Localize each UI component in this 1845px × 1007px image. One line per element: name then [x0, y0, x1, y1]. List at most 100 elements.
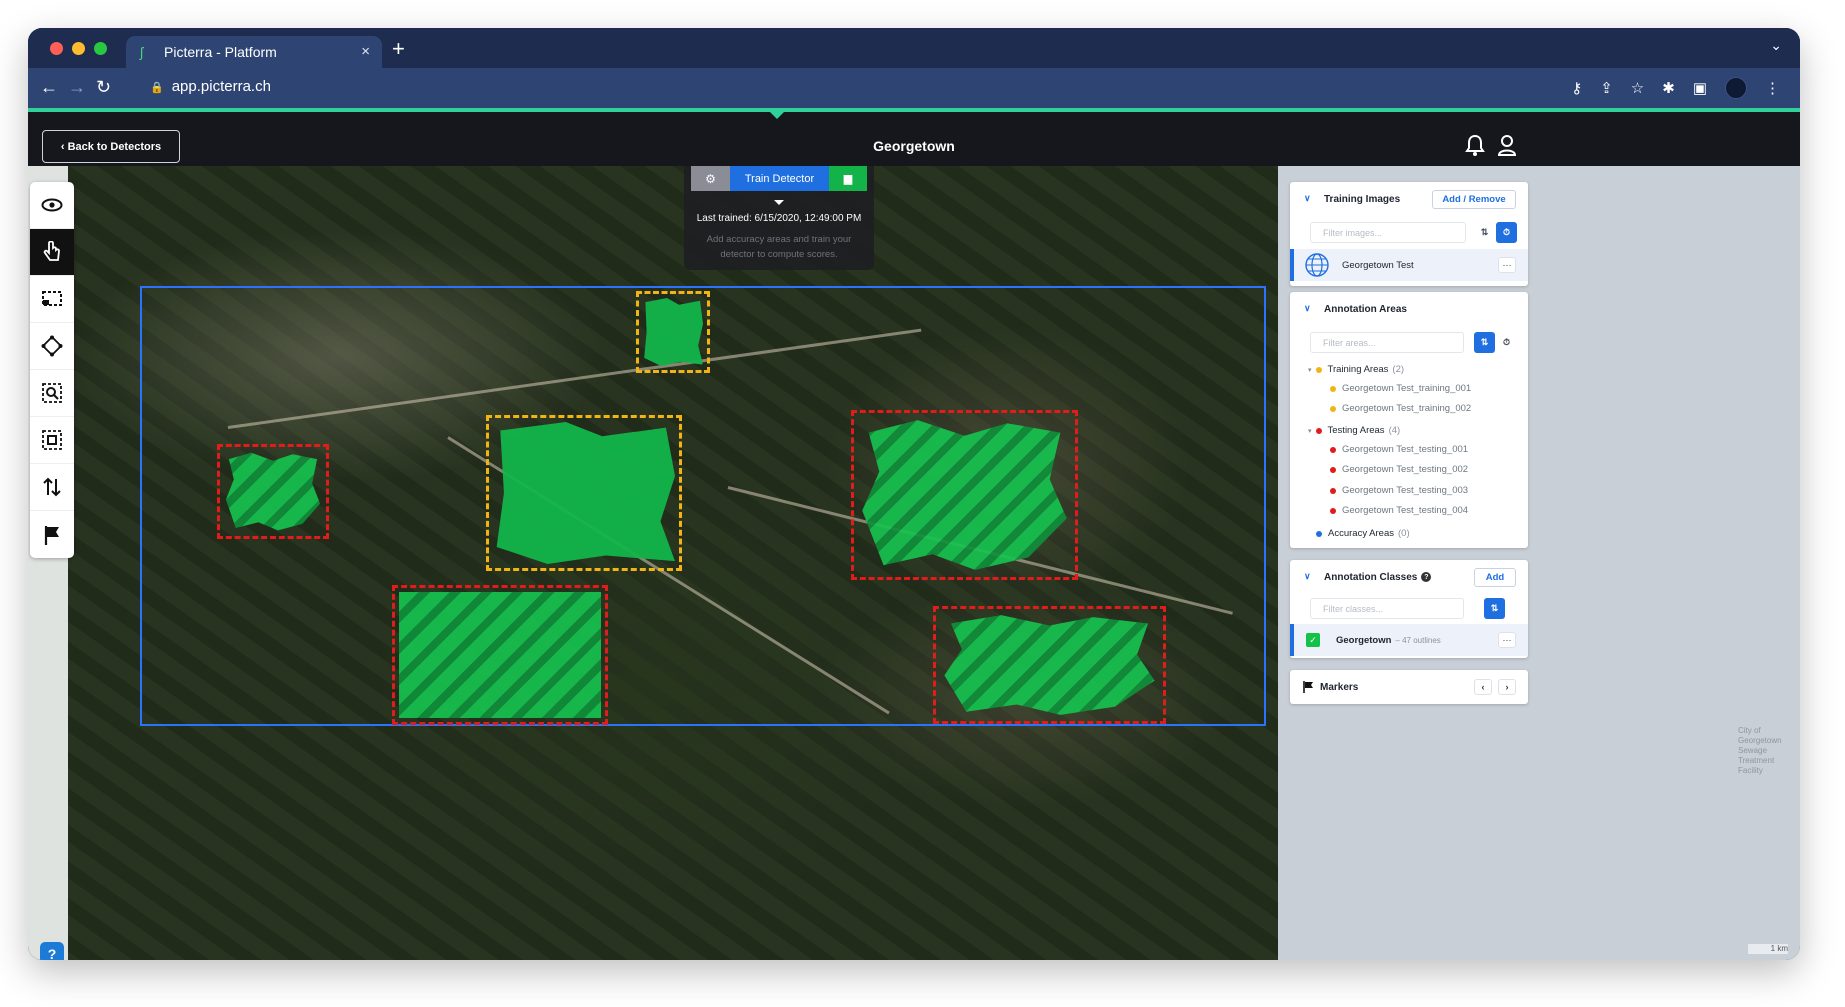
tool-rectangle-select[interactable]	[30, 276, 74, 323]
user-account-icon[interactable]	[1497, 134, 1517, 156]
image-options-button[interactable]: ···	[1498, 257, 1516, 273]
testing-area-004[interactable]	[933, 606, 1166, 724]
add-class-button[interactable]: Add	[1474, 568, 1516, 587]
testing-area-003[interactable]	[851, 410, 1078, 580]
url-field[interactable]: 🔒 app.picterra.ch	[150, 78, 271, 95]
training-image-name: Georgetown Test	[1342, 259, 1414, 271]
new-tab-button[interactable]: +	[392, 36, 405, 62]
eye-icon	[41, 198, 63, 212]
sort-alpha-icon[interactable]: ⇅	[1484, 598, 1505, 619]
sort-time-icon[interactable]: ⏱	[1496, 332, 1517, 353]
chevron-down-icon[interactable]: ∨	[1304, 303, 1311, 314]
annotation-classes-card: ∨ Annotation Classes ? Add Filter classe…	[1290, 560, 1528, 658]
tab-close-icon[interactable]: ×	[361, 43, 370, 60]
training-areas-count: (2)	[1392, 364, 1405, 375]
training-area-item[interactable]: Georgetown Test_training_002	[1330, 403, 1471, 414]
testing-area-001[interactable]	[217, 444, 329, 539]
help-icon[interactable]: ?	[40, 942, 64, 960]
next-marker-icon[interactable]: ›	[1498, 679, 1516, 695]
class-detail: – 47 outlines	[1395, 635, 1441, 645]
tab-search-chevron-icon[interactable]: ⌄	[1770, 37, 1782, 54]
add-remove-images-button[interactable]: Add / Remove	[1432, 190, 1516, 209]
testing-dot-icon	[1330, 507, 1336, 514]
training-area-item[interactable]: Georgetown Test_training_001	[1330, 383, 1471, 394]
accuracy-dot-icon	[1316, 530, 1322, 537]
testing-area-item[interactable]: Georgetown Test_testing_003	[1330, 485, 1468, 496]
caret-down-icon[interactable]: ▾	[1308, 366, 1312, 374]
accuracy-areas-group[interactable]: Accuracy Areas (0)	[1316, 528, 1410, 539]
caret-down-icon[interactable]: ▾	[1308, 427, 1312, 435]
annotation-class-row[interactable]: ✓ Georgetown – 47 outlines ···	[1290, 624, 1528, 656]
annotation-fill	[944, 615, 1155, 715]
annotation-classes-header[interactable]: ∨ Annotation Classes ? Add	[1290, 560, 1528, 594]
annotation-fill	[644, 298, 703, 366]
tool-magic-select[interactable]	[30, 370, 74, 417]
star-icon[interactable]: ☆	[1631, 79, 1644, 97]
browser-tab[interactable]: ʃ Picterra - Platform ×	[126, 36, 382, 68]
document-icon: ▆	[843, 173, 853, 185]
extensions-icon[interactable]: ✱	[1662, 79, 1675, 97]
flag-icon	[1303, 681, 1313, 693]
area-item-label: Georgetown Test_training_002	[1342, 403, 1472, 414]
train-detector-button[interactable]: Train Detector	[730, 166, 829, 191]
class-options-button[interactable]: ···	[1498, 632, 1516, 648]
accuracy-areas-count: (0)	[1398, 528, 1410, 539]
sidebar-icon[interactable]: ▣	[1693, 79, 1707, 97]
training-image-row[interactable]: Georgetown Test ···	[1290, 249, 1528, 281]
training-images-header[interactable]: ∨ Training Images Add / Remove	[1290, 182, 1528, 216]
testing-dot-icon	[1330, 466, 1336, 473]
markers-header[interactable]: Markers ‹ ›	[1290, 670, 1528, 704]
share-icon[interactable]: ⇪	[1600, 79, 1613, 97]
tab-title: Picterra - Platform	[164, 44, 277, 60]
class-color-swatch[interactable]: ✓	[1306, 633, 1320, 647]
close-window-button[interactable]	[50, 42, 63, 55]
bell-icon[interactable]	[1465, 134, 1485, 156]
map-toolbar	[30, 182, 74, 558]
forward-arrow-icon[interactable]: →	[68, 77, 86, 98]
filter-images-input[interactable]: Filter images...	[1310, 222, 1466, 243]
key-icon[interactable]: ⚷	[1571, 79, 1582, 97]
testing-areas-count: (4)	[1388, 425, 1401, 436]
browser-menu-icon[interactable]: ⋮	[1765, 79, 1780, 97]
maximize-window-button[interactable]	[94, 42, 107, 55]
report-button[interactable]: ▆	[829, 166, 867, 191]
tool-pan[interactable]	[30, 229, 74, 276]
detector-settings-button[interactable]: ⚙	[691, 166, 730, 191]
training-dot-icon	[1330, 405, 1336, 412]
testing-areas-group[interactable]: ▾ Testing Areas (4)	[1308, 425, 1400, 436]
sort-time-icon[interactable]: ⏱	[1496, 222, 1517, 243]
chevron-down-icon[interactable]: ∨	[1304, 193, 1311, 204]
annotation-fill	[496, 422, 675, 564]
training-area-002[interactable]	[486, 415, 682, 571]
browser-toolbar-icons: ⚷ ⇪ ☆ ✱ ▣ ⋮	[1571, 77, 1780, 99]
training-area-001[interactable]	[636, 291, 710, 373]
tool-sort-layers[interactable]	[30, 464, 74, 511]
previous-marker-icon[interactable]: ‹	[1474, 679, 1492, 695]
testing-area-item[interactable]: Georgetown Test_testing_002	[1330, 464, 1468, 475]
testing-dot-icon	[1330, 446, 1336, 453]
map-scale-label: 1 km	[1748, 944, 1788, 954]
last-trained-text: Last trained: 6/15/2020, 12:49:00 PM	[696, 213, 862, 224]
reload-icon[interactable]: ↻	[96, 77, 111, 98]
map-view[interactable]: ? ⚙ Train Detector ▆ Last trained: 6/15/…	[28, 166, 1278, 960]
testing-area-002[interactable]	[392, 585, 608, 725]
info-icon[interactable]: ?	[1421, 572, 1432, 582]
annotation-areas-header[interactable]: ∨ Annotation Areas	[1290, 292, 1528, 326]
expand-caret-icon[interactable]	[774, 200, 784, 205]
right-panel: City of Georgetown Sewage Treatment Faci…	[1278, 166, 1800, 960]
filter-classes-input[interactable]: Filter classes...	[1310, 598, 1464, 619]
back-arrow-icon[interactable]: ←	[40, 77, 58, 98]
sort-alpha-icon[interactable]: ⇅	[1474, 222, 1495, 243]
tool-polygon[interactable]	[30, 323, 74, 370]
chevron-down-icon[interactable]: ∨	[1304, 571, 1311, 582]
minimize-window-button[interactable]	[72, 42, 85, 55]
testing-area-item[interactable]: Georgetown Test_testing_001	[1330, 444, 1468, 455]
sort-alpha-icon[interactable]: ⇅	[1474, 332, 1495, 353]
tool-visibility[interactable]	[30, 182, 74, 229]
tool-marker[interactable]	[30, 511, 74, 558]
profile-avatar[interactable]	[1725, 77, 1747, 99]
training-areas-group[interactable]: ▾ Training Areas (2)	[1308, 364, 1404, 375]
tool-area-select[interactable]	[30, 417, 74, 464]
testing-area-item[interactable]: Georgetown Test_testing_004	[1330, 505, 1468, 516]
filter-areas-input[interactable]: Filter areas...	[1310, 332, 1464, 353]
